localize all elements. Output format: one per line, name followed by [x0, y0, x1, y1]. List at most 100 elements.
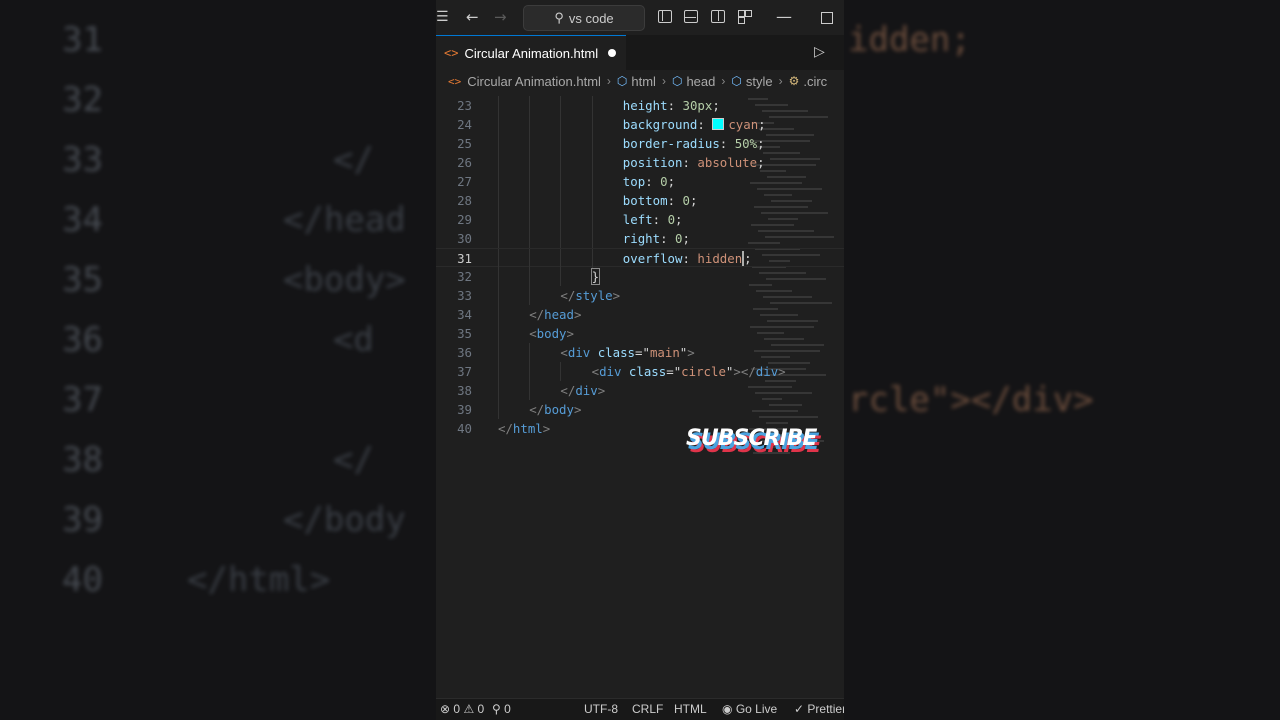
code-line[interactable]: 38 </div> — [436, 381, 844, 400]
indent-guide — [591, 249, 593, 268]
tag-name: div — [755, 364, 779, 379]
css-property: height — [622, 98, 668, 113]
line-number: 32 — [457, 269, 472, 284]
problems-indicator[interactable]: ⊗ 0 ⚠ 0 — [440, 702, 484, 716]
ports-indicator[interactable]: ⚲ 0 — [492, 702, 511, 716]
code-line[interactable]: 37 <div class="circle"></div> — [436, 362, 844, 381]
code-line[interactable]: 28 bottom: 0; — [436, 191, 844, 210]
indent-guide — [498, 153, 499, 172]
toggle-panel-icon[interactable] — [684, 10, 698, 23]
breadcrumb-item-style[interactable]: style — [746, 74, 773, 89]
code-line[interactable]: 23 height: 30px; — [436, 96, 844, 115]
line-number: 27 — [457, 174, 472, 189]
code-line[interactable]: 27 top: 0; — [436, 172, 844, 191]
html-file-icon: <> — [448, 74, 462, 88]
tag-bracket: < — [529, 326, 537, 341]
code-text: </style> — [560, 286, 620, 305]
punctuation: ; — [667, 174, 676, 189]
indent-guide — [560, 134, 562, 153]
code-line[interactable]: 25 border-radius: 50%; — [436, 134, 844, 153]
chevron-right-icon: › — [606, 74, 611, 88]
tag-bracket: > — [778, 364, 786, 379]
run-play-icon[interactable]: ▷ — [814, 44, 825, 60]
breadcrumb-file[interactable]: Circular Animation.html — [467, 74, 601, 89]
background-code-text: <d — [332, 320, 374, 360]
eol-indicator[interactable]: CRLF — [632, 702, 663, 716]
warning-icon: ⚠ — [463, 702, 475, 716]
warning-count: 0 — [477, 702, 485, 716]
line-number: 29 — [457, 212, 472, 227]
css-property: top — [622, 174, 646, 189]
css-property: bottom — [622, 193, 668, 208]
background-code-text: </ — [332, 140, 374, 180]
tag-bracket: > — [573, 307, 582, 322]
command-center-search[interactable]: ⚲ vs code — [523, 5, 645, 31]
toggle-primary-sidebar-icon[interactable] — [658, 10, 672, 23]
punctuation: : — [667, 98, 683, 113]
line-number: 28 — [457, 193, 472, 208]
indent-guide — [498, 229, 499, 248]
error-icon: ⊗ — [440, 702, 451, 716]
indent-guide — [529, 381, 531, 400]
tag-name: div — [599, 364, 622, 379]
code-line[interactable]: 33 </style> — [436, 286, 844, 305]
breadcrumb-item-html[interactable]: html — [631, 74, 656, 89]
status-bar: ⊗ 0 ⚠ 0 ⚲ 0 UTF-8 CRLF HTML ◉ Go Live ✓ … — [436, 698, 844, 720]
forward-arrow-icon[interactable]: → — [494, 8, 507, 26]
tab-circular-animation[interactable]: <> Circular Animation.html — [436, 35, 626, 70]
code-text: </html> — [498, 419, 550, 438]
language-mode[interactable]: HTML — [674, 702, 707, 716]
prettier-button[interactable]: ✓ Prettier — [794, 702, 844, 716]
code-text: <div class="main"> — [560, 343, 694, 362]
code-line[interactable]: 29 left: 0; — [436, 210, 844, 229]
go-live-button[interactable]: ◉ Go Live — [722, 702, 777, 716]
css-value: 50% — [734, 136, 758, 151]
background-line-number: 40 — [62, 560, 103, 600]
punctuation: ; — [689, 193, 698, 208]
code-editor[interactable]: 23 height: 30px; 24 background: cyan; 25 bord… — [436, 92, 844, 700]
toggle-secondary-sidebar-icon[interactable] — [711, 10, 725, 23]
indent-guide — [591, 210, 593, 229]
indent-guide — [498, 249, 499, 268]
code-line[interactable]: 26 position: absolute; — [436, 153, 844, 172]
background-code-line: 32 — [62, 80, 283, 120]
code-line[interactable]: 24 background: cyan; — [436, 115, 844, 134]
indent-guide — [498, 267, 499, 286]
code-line[interactable]: 32} — [436, 267, 844, 286]
punctuation: ; — [758, 117, 766, 132]
code-text: overflow: hidden; — [623, 249, 752, 268]
code-line[interactable]: 36 <div class="main"> — [436, 343, 844, 362]
background-code-line: 35 <body> — [62, 260, 406, 300]
code-line[interactable]: 30 right: 0; — [436, 229, 844, 248]
background-line-number: 35 — [62, 260, 103, 300]
code-line[interactable]: 34 </head> — [436, 305, 844, 324]
indent-guide — [498, 210, 499, 229]
punctuation: : — [652, 212, 668, 227]
background-code-line: 36 <d — [62, 320, 374, 360]
indent-guide — [529, 229, 531, 248]
vscode-window: ☰ ← → ⚲ vs code — <> Circular Animation.… — [436, 0, 844, 720]
breadcrumb-item-head[interactable]: head — [686, 74, 715, 89]
tag-bracket: < — [560, 345, 568, 360]
minimize-icon[interactable]: — — [776, 7, 792, 26]
code-line[interactable]: 31 overflow: hidden; — [436, 248, 844, 268]
punctuation: : — [682, 155, 698, 170]
line-number: 38 — [457, 383, 472, 398]
color-swatch — [712, 118, 725, 130]
back-arrow-icon[interactable]: ← — [466, 8, 479, 26]
code-text: <div class="circle"></div> — [592, 362, 786, 381]
code-line[interactable]: 39 </body> — [436, 400, 844, 419]
maximize-icon[interactable] — [821, 12, 833, 24]
breadcrumb-item-selector[interactable]: .circ — [803, 74, 827, 89]
tag-bracket: </ — [560, 383, 576, 398]
indent-guide — [498, 191, 499, 210]
unsaved-dot-icon[interactable] — [608, 49, 617, 57]
hamburger-icon[interactable]: ☰ — [436, 9, 449, 25]
encoding-indicator[interactable]: UTF-8 — [584, 702, 618, 716]
customize-layout-icon[interactable] — [738, 10, 752, 24]
css-value: 30px — [682, 98, 713, 113]
code-line[interactable]: 35 <body> — [436, 324, 844, 343]
indent-guide — [498, 324, 499, 343]
line-number: 23 — [457, 98, 472, 113]
ports-count: 0 — [504, 702, 511, 716]
